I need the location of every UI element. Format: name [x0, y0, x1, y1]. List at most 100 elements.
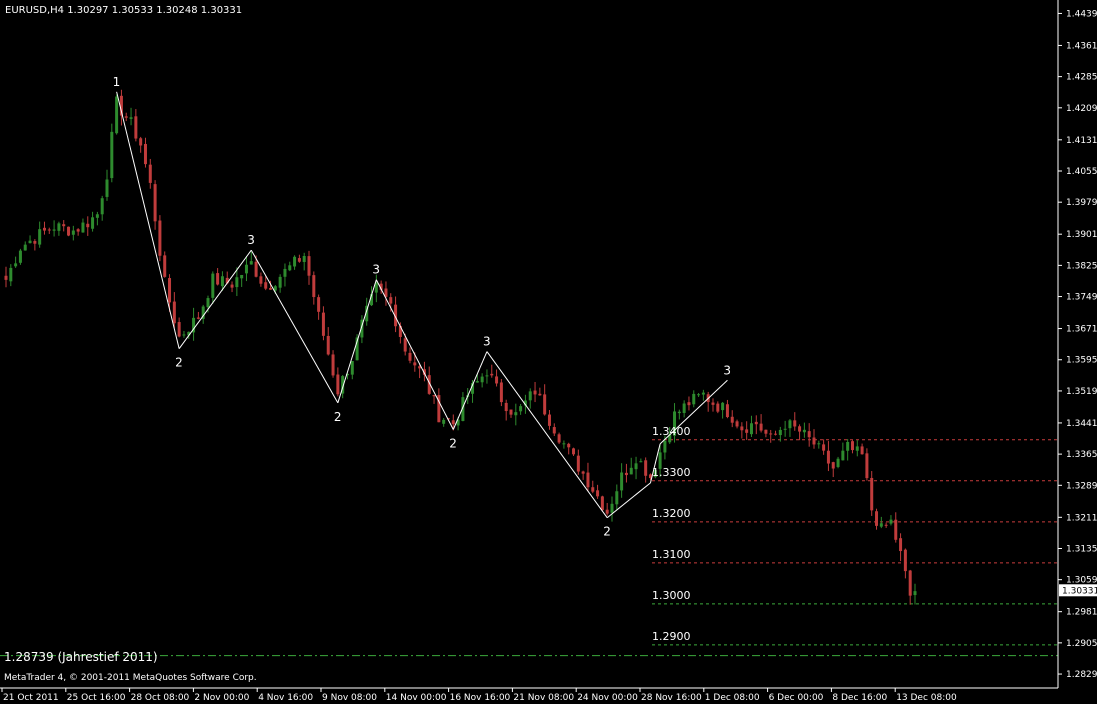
candle-bull	[206, 298, 210, 308]
candle-bear	[764, 429, 768, 434]
candle-bear	[740, 426, 744, 431]
candle-bear	[321, 312, 325, 336]
x-tick-label: 8 Dec 16:00	[832, 693, 887, 703]
wave-label-1: 1	[113, 75, 121, 89]
candle-bear	[870, 477, 874, 511]
wave-label-2: 2	[449, 436, 457, 450]
copyright-text: MetaTrader 4, © 2001-2011 MetaQuotes Sof…	[4, 673, 257, 683]
candle-bull	[485, 375, 489, 377]
candle-bear	[543, 394, 547, 415]
candle-bull	[788, 420, 792, 429]
candle-bear	[331, 354, 335, 376]
candle-bear	[230, 284, 234, 288]
x-tick-label: 21 Oct 2011	[3, 693, 59, 703]
candle-bear	[894, 519, 898, 540]
candle-bear	[336, 374, 340, 395]
candle-bear	[326, 335, 330, 355]
y-tick-label: 1.38250	[1066, 261, 1097, 271]
candle-bear	[581, 471, 585, 474]
candle-bear	[754, 421, 758, 425]
candle-bull	[562, 443, 566, 445]
y-tick-label: 1.35190	[1066, 387, 1097, 397]
candle-bear	[67, 226, 71, 236]
y-tick-label: 1.32890	[1066, 481, 1097, 491]
x-tick-label: 28 Oct 08:00	[131, 693, 190, 703]
candle-bear	[624, 472, 628, 476]
candle-bear	[307, 256, 311, 276]
y-tick-label: 1.43610	[1066, 41, 1097, 51]
candle-bear	[504, 402, 508, 412]
candle-bull	[38, 229, 42, 245]
wave-label-2: 2	[334, 410, 342, 424]
candle-bear	[730, 416, 734, 423]
candle-bull	[95, 214, 99, 218]
candle-bear	[908, 570, 912, 596]
candle-bear	[509, 409, 513, 415]
candle-bear	[148, 164, 152, 183]
candle-bear	[451, 420, 455, 425]
candle-bear	[572, 448, 576, 455]
candle-bull	[610, 503, 614, 513]
x-tick-label: 28 Nov 16:00	[641, 693, 702, 703]
x-tick-label: 2 Nov 00:00	[194, 693, 249, 703]
candle-bull	[697, 394, 701, 396]
candle-bear	[62, 224, 66, 227]
candle-bear	[884, 524, 888, 526]
candle-bull	[615, 491, 619, 505]
candle-bear	[557, 434, 561, 443]
candle-bear	[735, 421, 739, 427]
candle-bear	[644, 460, 648, 476]
price-chart[interactable]: 1.3400 1.3300 1.3200 1.3100 1.3000 1.2900 1 2 3…	[0, 0, 1097, 704]
candle-bear	[163, 255, 167, 277]
x-tick-label: 16 Nov 16:00	[450, 693, 511, 703]
candle-bear	[495, 376, 499, 384]
candle-bear	[143, 143, 147, 165]
y-tick-label: 1.29810	[1066, 608, 1097, 618]
wave-label-3: 3	[723, 363, 731, 377]
x-tick-label: 13 Dec 08:00	[896, 693, 957, 703]
candle-bear	[4, 275, 8, 280]
candle-bear	[687, 402, 691, 406]
candle-bull	[639, 461, 643, 463]
candle-bear	[586, 472, 590, 488]
candle-bear	[259, 276, 263, 284]
candle-bull	[634, 463, 638, 470]
candle-bull	[115, 96, 119, 134]
candle-bear	[600, 496, 604, 511]
level-label: 1.3100	[652, 548, 691, 561]
candle-bull	[81, 222, 85, 233]
candle-bull	[211, 273, 215, 298]
wave-label-3: 3	[247, 233, 255, 247]
candle-bear	[745, 429, 749, 433]
candle-bear	[216, 273, 220, 285]
candle-bull	[802, 429, 806, 433]
candle-bull	[677, 411, 681, 414]
candle-bear	[759, 423, 763, 431]
candle-bull	[475, 381, 479, 383]
chart-background	[0, 0, 1097, 704]
y-tick-label: 1.42850	[1066, 73, 1097, 83]
y-tick-label: 1.39790	[1066, 198, 1097, 208]
candle-bull	[52, 229, 56, 231]
candle-bull	[480, 376, 484, 383]
candle-bear	[139, 138, 143, 146]
candle-bull	[817, 443, 821, 445]
candle-bear	[826, 450, 830, 464]
candle-bear	[33, 241, 37, 244]
candle-bear	[798, 426, 802, 432]
candle-bull	[129, 117, 133, 119]
candle-bear	[177, 322, 181, 337]
candle-bear	[408, 352, 412, 361]
candle-bear	[716, 403, 720, 412]
candle-bear	[76, 229, 80, 232]
y-tick-label: 1.44390	[1066, 9, 1097, 19]
wave-label-2: 2	[603, 525, 611, 539]
candle-bear	[86, 223, 90, 228]
candle-bull	[182, 334, 186, 336]
candle-bull	[9, 267, 13, 282]
candle-bear	[158, 220, 162, 256]
wave-label-2: 2	[175, 356, 183, 370]
level-label: 1.2900	[652, 630, 691, 643]
candle-bear	[389, 297, 393, 304]
candle-bull	[514, 412, 518, 416]
